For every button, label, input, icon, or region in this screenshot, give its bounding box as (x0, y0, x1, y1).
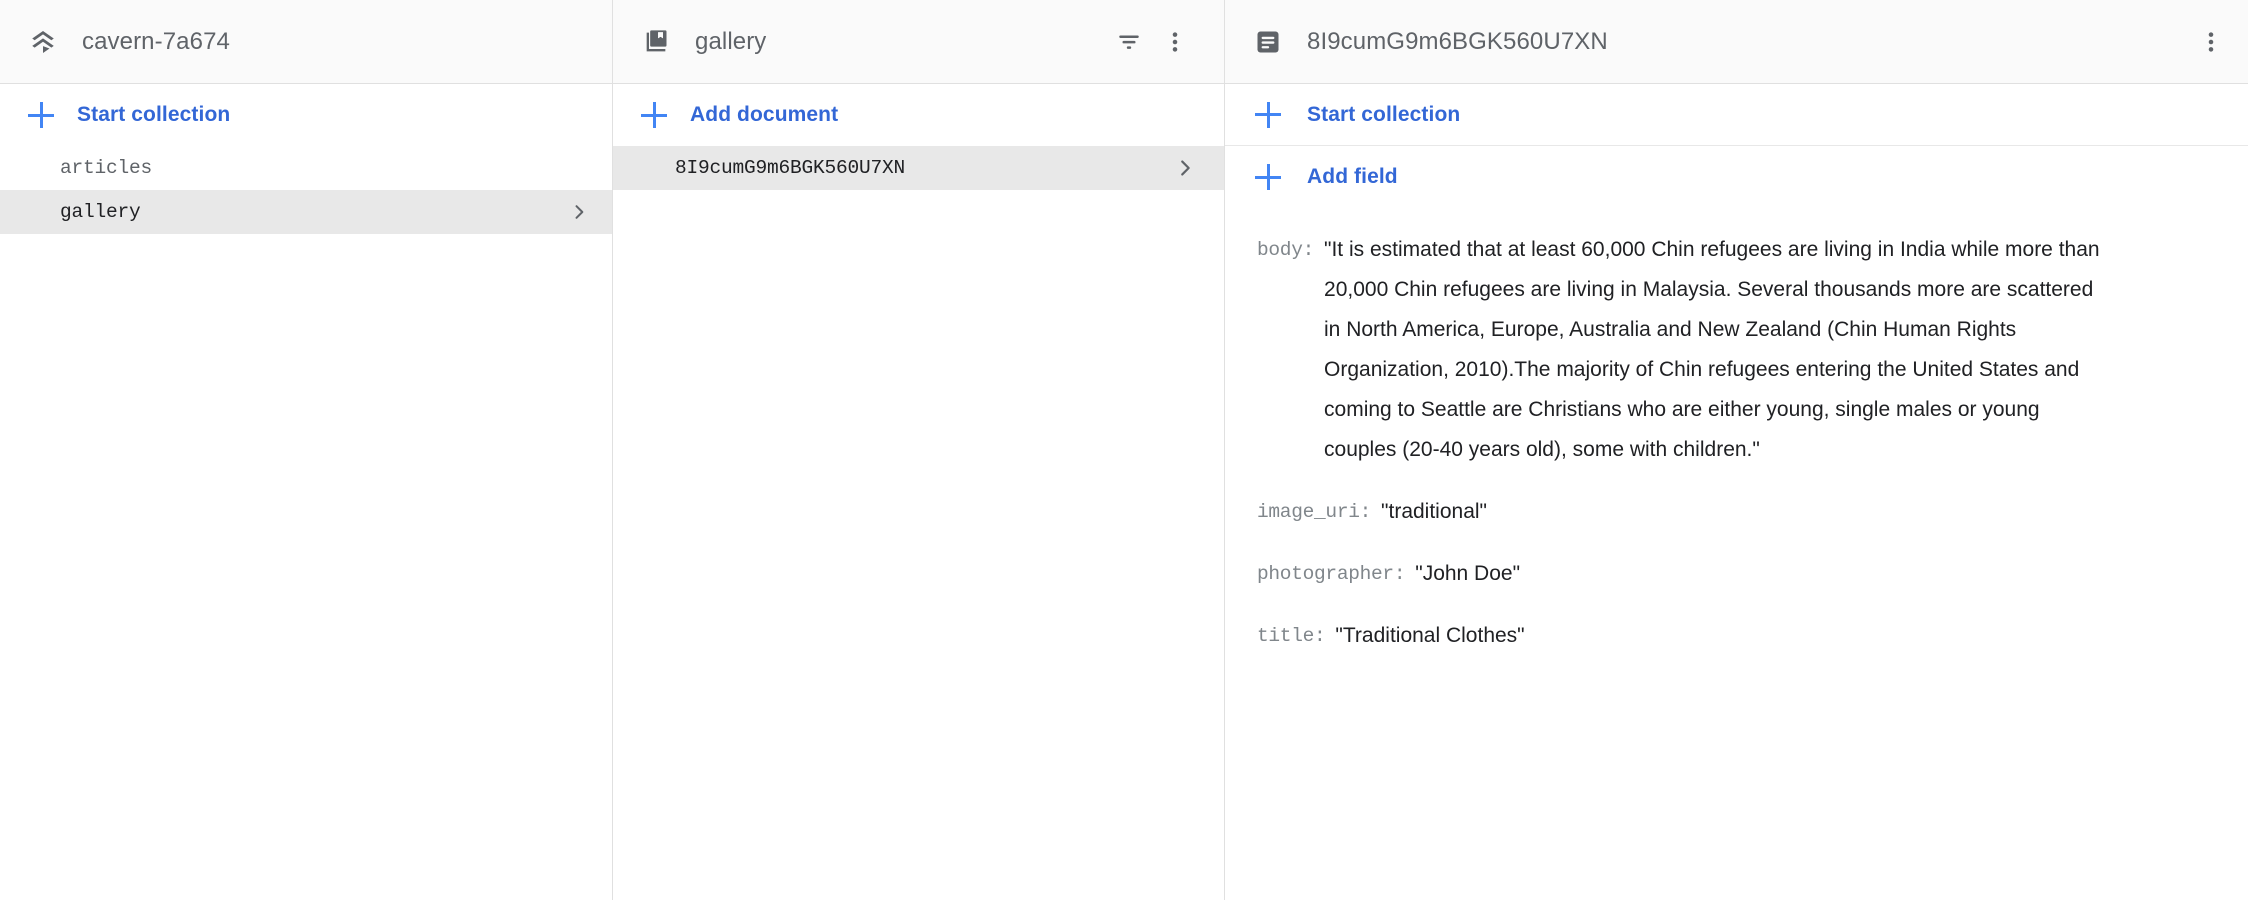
collection-header: gallery (613, 0, 1224, 84)
more-vert-icon-document[interactable] (2188, 19, 2234, 65)
field-value: "John Doe" (1415, 562, 1521, 585)
field-key: title (1257, 616, 1325, 656)
collection-name-label: gallery (695, 27, 767, 55)
document-id-label: 8I9cumG9m6BGK560U7XN (1307, 27, 1608, 55)
chevron-right-icon (568, 201, 590, 223)
collection-item-label: gallery (60, 201, 141, 223)
field-row-image-uri[interactable]: image_uri "traditional" (1225, 492, 2248, 532)
collection-item-label: articles (60, 157, 153, 179)
field-row-photographer[interactable]: photographer "John Doe" (1225, 554, 2248, 594)
collections-panel: cavern-7a674 Start collection articles g… (0, 0, 612, 900)
start-collection-button[interactable]: Start collection (0, 84, 612, 146)
field-key: body (1257, 230, 1314, 270)
document-item-label: 8I9cumG9m6BGK560U7XN (675, 157, 906, 179)
plus-icon (28, 102, 54, 128)
field-row-body[interactable]: body "It is estimated that at least 60,0… (1225, 230, 2248, 470)
add-document-button[interactable]: Add document (613, 84, 1224, 146)
plus-icon (641, 102, 667, 128)
document-item[interactable]: 8I9cumG9m6BGK560U7XN (613, 146, 1224, 190)
add-field-button[interactable]: Add field (1225, 146, 2248, 208)
more-vert-icon-collection[interactable] (1152, 19, 1198, 65)
project-header: cavern-7a674 (0, 0, 612, 84)
field-key: photographer (1257, 554, 1405, 594)
start-subcollection-label: Start collection (1307, 102, 1461, 126)
document-detail-panel: 8I9cumG9m6BGK560U7XN Start collection Ad… (1224, 0, 2248, 900)
project-name-label: cavern-7a674 (82, 27, 230, 55)
field-list: body "It is estimated that at least 60,0… (1225, 208, 2248, 900)
database-stack-icon (26, 25, 60, 59)
start-subcollection-button[interactable]: Start collection (1225, 84, 2248, 146)
document-icon (1251, 25, 1285, 59)
start-collection-label: Start collection (77, 103, 231, 126)
collection-books-icon (639, 25, 673, 59)
firestore-data-console: cavern-7a674 Start collection articles g… (0, 0, 2248, 900)
field-key: image_uri (1257, 492, 1371, 532)
field-value: "traditional" (1381, 500, 1487, 523)
collection-item-gallery[interactable]: gallery (0, 190, 612, 234)
plus-icon (1255, 101, 1281, 128)
collection-item-articles[interactable]: articles (0, 146, 612, 190)
field-value: "Traditional Clothes" (1335, 624, 1525, 647)
field-row-title[interactable]: title "Traditional Clothes" (1225, 616, 2248, 656)
documents-panel: gallery Add document 8I9cumG9m6BGK560U7X… (612, 0, 1224, 900)
add-document-label: Add document (690, 103, 839, 126)
plus-icon (1255, 164, 1281, 190)
document-header: 8I9cumG9m6BGK560U7XN (1225, 0, 2248, 84)
field-value: "It is estimated that at least 60,000 Ch… (1324, 238, 2106, 461)
chevron-right-icon (1174, 157, 1196, 179)
add-field-label: Add field (1307, 165, 1398, 188)
filter-list-icon[interactable] (1106, 19, 1152, 65)
document-list: 8I9cumG9m6BGK560U7XN (613, 146, 1224, 900)
collection-list: articles gallery (0, 146, 612, 900)
